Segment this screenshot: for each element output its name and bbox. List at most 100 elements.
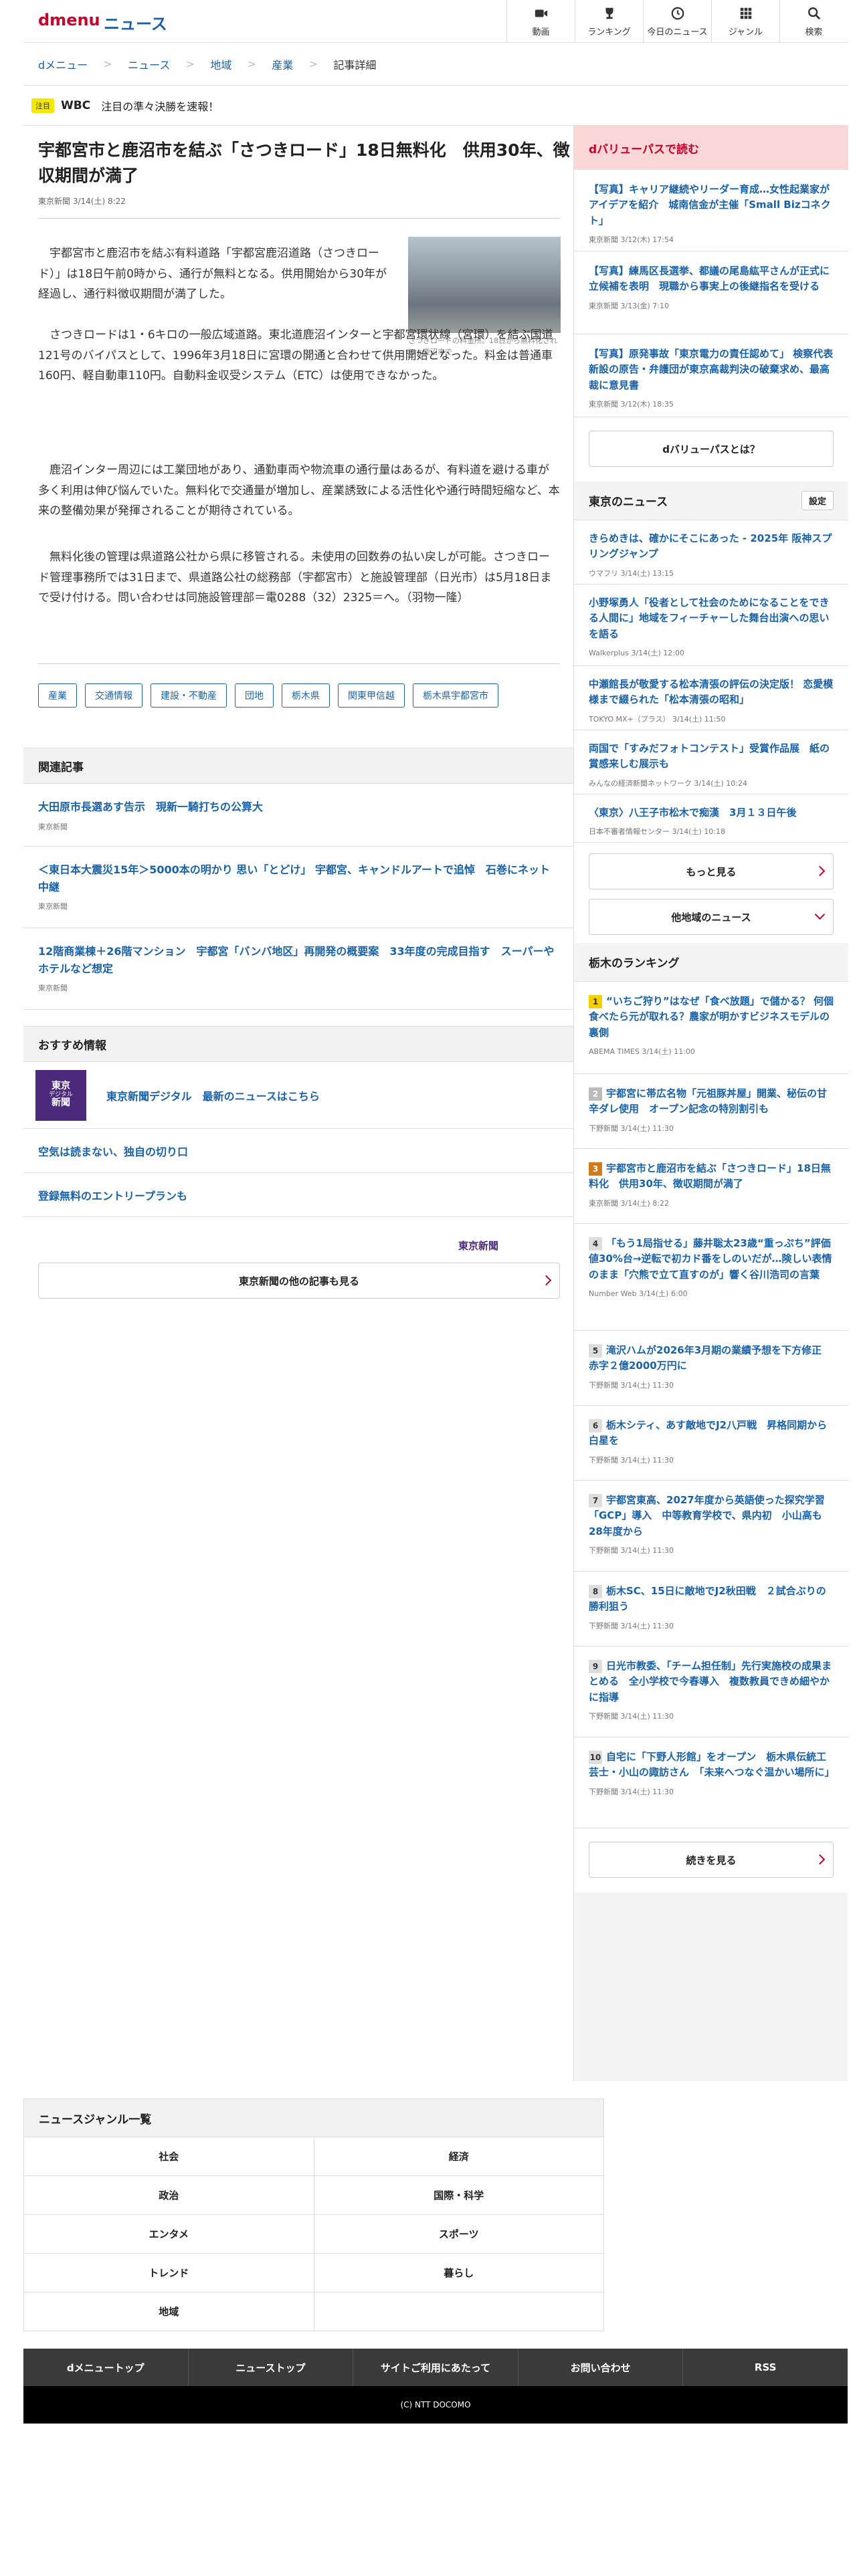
ranking-item-meta: 下野新聞 3/14(土) 11:30 <box>589 1787 674 1796</box>
article-paragraph: 宇都宮市と鹿沼市を結ぶ有料道路「宇都宮鹿沼道路（さつきロード）」は18日午前0時… <box>38 247 387 302</box>
related-item[interactable]: 12階商業棟＋26階マンション 宇都宮「バンバ地区」再開発の概要案 33年度の完… <box>23 928 573 1010</box>
dmenu-logo[interactable]: dmenu <box>38 11 100 29</box>
grid-icon <box>740 7 751 19</box>
local-news-item[interactable]: 〈東京〉八王子市松木で痴漢 3月１３日午後 日本不審者情報センター 3/14(土… <box>574 794 848 843</box>
recommend-item[interactable]: 東京 デジタル 新聞 東京新聞デジタル 最新のニュースはこちら <box>23 1062 573 1129</box>
nav-video[interactable]: 動画 <box>506 0 575 43</box>
breadcrumb-dmenu[interactable]: dメニュー <box>38 56 88 72</box>
ranking-item-meta: 下野新聞 3/14(土) 11:30 <box>589 1545 674 1555</box>
rank-number: 10 <box>589 1751 602 1764</box>
chevron-right-icon: > <box>308 58 318 70</box>
logo-line: 新聞 <box>52 1097 70 1109</box>
ranking-item-title: 6 栃木シティ、あす敵地でJ2八戸戦 昇格同期から白星を <box>589 1418 834 1449</box>
nav-label: ランキング <box>587 27 631 37</box>
genre-sports[interactable]: スポーツ <box>314 2215 604 2254</box>
tag[interactable]: 関東甲信越 <box>338 683 405 708</box>
ranking-item[interactable]: 1 “いちご狩り”はなぜ「食べ放題」で儲かる？ 何個食べたら元が取れる？農家が明か… <box>574 982 848 1074</box>
tag[interactable]: 建設・不動産 <box>151 683 227 708</box>
dvalue-item[interactable]: 【写真】練馬区長選挙、都議の尾島紘平さんが正式に立候補を表明 現職から事実上の後… <box>574 251 848 334</box>
ranking-item[interactable]: 7 宇都宮東高、2027年度から英語使った探究学習「GCP」導入 中等教育学校で、… <box>574 1481 848 1572</box>
rank-number: 2 <box>589 1087 602 1101</box>
chevron-right-icon: > <box>103 58 112 70</box>
breadcrumb-industry[interactable]: 産業 <box>272 56 293 72</box>
local-news-item-meta: Walkerplus 3/14(土) 12:00 <box>589 648 684 657</box>
nav-search[interactable]: 検索 <box>779 0 848 43</box>
ranking-title-text: 宇都宮市と鹿沼市を結ぶ「さつきロード」18日無料化 供用30年、徴収期間が満了 <box>589 1162 831 1190</box>
local-news-item[interactable]: 中瀬館長が敬愛する松本清張の評伝の決定版！ 恋愛模様まで綴られた「松本清張の昭和… <box>574 666 848 730</box>
ranking-title-text: 栃木SC、15日に敵地でJ2秋田戦 ２試合ぶりの勝利狙う <box>589 1585 826 1613</box>
ranking-item-meta: 下野新聞 3/14(土) 11:30 <box>589 1380 674 1390</box>
rank-number: 3 <box>589 1162 602 1176</box>
ranking-item-title: 2 宇都宮に帯広名物「元祖豚丼屋」開業、秘伝の甘辛ダレ使用 オープン記念の特別割引… <box>589 1086 834 1117</box>
local-news-item[interactable]: 小野塚勇人「役者として社会のためになることをできる人間に」地域をフィーチャーした… <box>574 584 848 666</box>
ranking-item[interactable]: 2 宇都宮に帯広名物「元祖豚丼屋」開業、秘伝の甘辛ダレ使用 オープン記念の特別割引… <box>574 1074 848 1149</box>
breadcrumb-news[interactable]: ニュース <box>128 56 170 72</box>
nav-genre[interactable]: ジャンル <box>711 0 779 43</box>
ranking-item[interactable]: 5 滝沢ハムが2026年3月期の業績予想を下方修正 赤字２億2000万円に 下野新… <box>574 1331 848 1406</box>
header-nav: 動画 ランキング 今日のニュース ジャンル 検索 <box>506 0 848 43</box>
news-ticker[interactable]: 注目 WBC 注目の準々決勝を速報！ <box>23 86 848 126</box>
dvalue-item[interactable]: 【写真】原発事故「東京電力の責任認めて」 検察代表新設の原告・弁護団が東京高裁判… <box>574 334 848 417</box>
other-region-button[interactable]: 他地域のニュース <box>589 899 834 935</box>
genre-life[interactable]: 暮らし <box>314 2254 604 2292</box>
tag[interactable]: 栃木県宇都宮市 <box>413 683 498 708</box>
genre-trend[interactable]: トレンド <box>24 2254 314 2292</box>
ranking-item[interactable]: 9 日光市教委、「チーム担任制」先行実施校の成果まとめる 全小学校で今春導入 複数… <box>574 1646 848 1737</box>
recommend-title: 登録無料のエントリープランも <box>38 1189 188 1202</box>
recommend-item[interactable]: 空気は読まない、独自の切り口 <box>23 1129 573 1173</box>
ranking-item[interactable]: 10 自宅に「下野人形館」をオープン 栃木県伝統工芸士・小山の諏訪さん 「未来へつ… <box>574 1737 848 1828</box>
ranking-item[interactable]: 3 宇都宮市と鹿沼市を結ぶ「さつきロード」18日無料化 供用30年、徴収期間が満了… <box>574 1149 848 1224</box>
local-news-more-button[interactable]: もっと見る <box>589 853 834 889</box>
nav-label: 動画 <box>532 27 550 37</box>
article-source[interactable]: 東京新聞 <box>38 197 70 206</box>
ranking-more-button[interactable]: 続きを見る <box>589 1842 834 1878</box>
related-item[interactable]: ＜東日本大震災15年＞5000本の明かり 思い「とどけ」 宇都宮、キャンドルアー… <box>23 847 573 928</box>
local-news-item[interactable]: きらめきは、確かにそこにあった - 2025年 阪神スプリングジャンプ ウマフリ… <box>574 520 848 584</box>
article-photo[interactable] <box>408 237 561 333</box>
footer-dmenu-top[interactable]: dメニュートップ <box>23 2349 189 2386</box>
ranking-actions: 続きを見る <box>574 1828 848 1893</box>
ranking-item[interactable]: 6 栃木シティ、あす敵地でJ2八戸戦 昇格同期から白星を 下野新聞 3/14(土)… <box>574 1406 848 1481</box>
local-news-actions: もっと見る 他地域のニュース <box>574 843 848 943</box>
genre-politics[interactable]: 政治 <box>24 2176 314 2215</box>
ranking-item-title: 3 宇都宮市と鹿沼市を結ぶ「さつきロード」18日無料化 供用30年、徴収期間が満了 <box>589 1161 834 1192</box>
ranking-item[interactable]: 8 栃木SC、15日に敵地でJ2秋田戦 ２試合ぶりの勝利狙う 下野新聞 3/14(… <box>574 1572 848 1646</box>
genre-grid: 社会 経済 政治 国際・科学 エンタメ スポーツ トレンド 暮らし 地域 <box>23 2137 604 2331</box>
breadcrumb-region[interactable]: 地域 <box>210 56 231 72</box>
genre-entertainment[interactable]: エンタメ <box>24 2215 314 2254</box>
recommend-item[interactable]: 登録無料のエントリープランも <box>23 1173 573 1217</box>
tag[interactable]: 団地 <box>235 683 274 708</box>
ranking-title-text: 日光市教委、「チーム担任制」先行実施校の成果まとめる 全小学校で今春導入 複数教… <box>589 1660 832 1703</box>
local-news-item[interactable]: 両国で「すみだフォトコンテスト」受賞作品展 紙の賞感来しむ展示も みんなの経済新… <box>574 730 848 794</box>
news-section-title[interactable]: ニュース <box>104 11 167 34</box>
footer-rss[interactable]: RSS <box>683 2349 848 2386</box>
nav-today[interactable]: 今日のニュース <box>643 0 711 43</box>
tag[interactable]: 栃木県 <box>282 683 330 708</box>
ranking-item-title: 5 滝沢ハムが2026年3月期の業績予想を下方修正 赤字２億2000万円に <box>589 1343 834 1374</box>
dvalue-about-button[interactable]: dバリューパスとは？ <box>589 431 834 467</box>
ranking-item[interactable]: 4 「もう1局指せる」藤井聡太23歳“重っぷち”評価値30%台→逆転で初カド番をし… <box>574 1224 848 1331</box>
dvalue-item[interactable]: 【写真】キャリア継続やリーダー育成…女性起業家がアイデアを紹介 城南信金が主催「… <box>574 170 848 251</box>
article-title: 宇都宮市と鹿沼市を結ぶ「さつきロード」18日無料化 供用30年、徴収期間が満了 <box>38 140 570 185</box>
footer-terms[interactable]: サイトご利用にあたって <box>353 2349 518 2386</box>
related-source: 東京新聞 <box>38 902 68 911</box>
button-label: もっと見る <box>686 865 737 878</box>
breadcrumb: dメニュー > ニュース > 地域 > 産業 > 記事詳細 <box>23 43 848 86</box>
tag[interactable]: 交通情報 <box>85 683 142 708</box>
settings-button[interactable]: 設定 <box>801 491 834 510</box>
more-articles-button[interactable]: 東京新聞の他の記事も見る <box>38 1263 560 1299</box>
related-item[interactable]: 大田原市長選あす告示 現新一騎打ちの公算大 東京新聞 <box>23 784 573 847</box>
footer-contact[interactable]: お問い合わせ <box>518 2349 684 2386</box>
genre-list: ニュースジャンル一覧 社会 経済 政治 国際・科学 エンタメ スポーツ トレンド… <box>23 2099 604 2331</box>
rank-number: 1 <box>589 995 602 1008</box>
genre-international[interactable]: 国際・科学 <box>314 2176 604 2215</box>
logo-line: 東京 <box>52 1081 70 1092</box>
genre-society[interactable]: 社会 <box>24 2137 314 2176</box>
tokyo-shimbun-logo: 東京新聞 <box>458 1240 499 1252</box>
footer-news-top[interactable]: ニューストップ <box>189 2349 354 2386</box>
trophy-icon <box>605 7 613 19</box>
nav-ranking[interactable]: ランキング <box>575 0 643 43</box>
genre-economy[interactable]: 経済 <box>314 2137 604 2176</box>
tag[interactable]: 産業 <box>38 683 77 708</box>
genre-region[interactable]: 地域 <box>24 2292 314 2331</box>
